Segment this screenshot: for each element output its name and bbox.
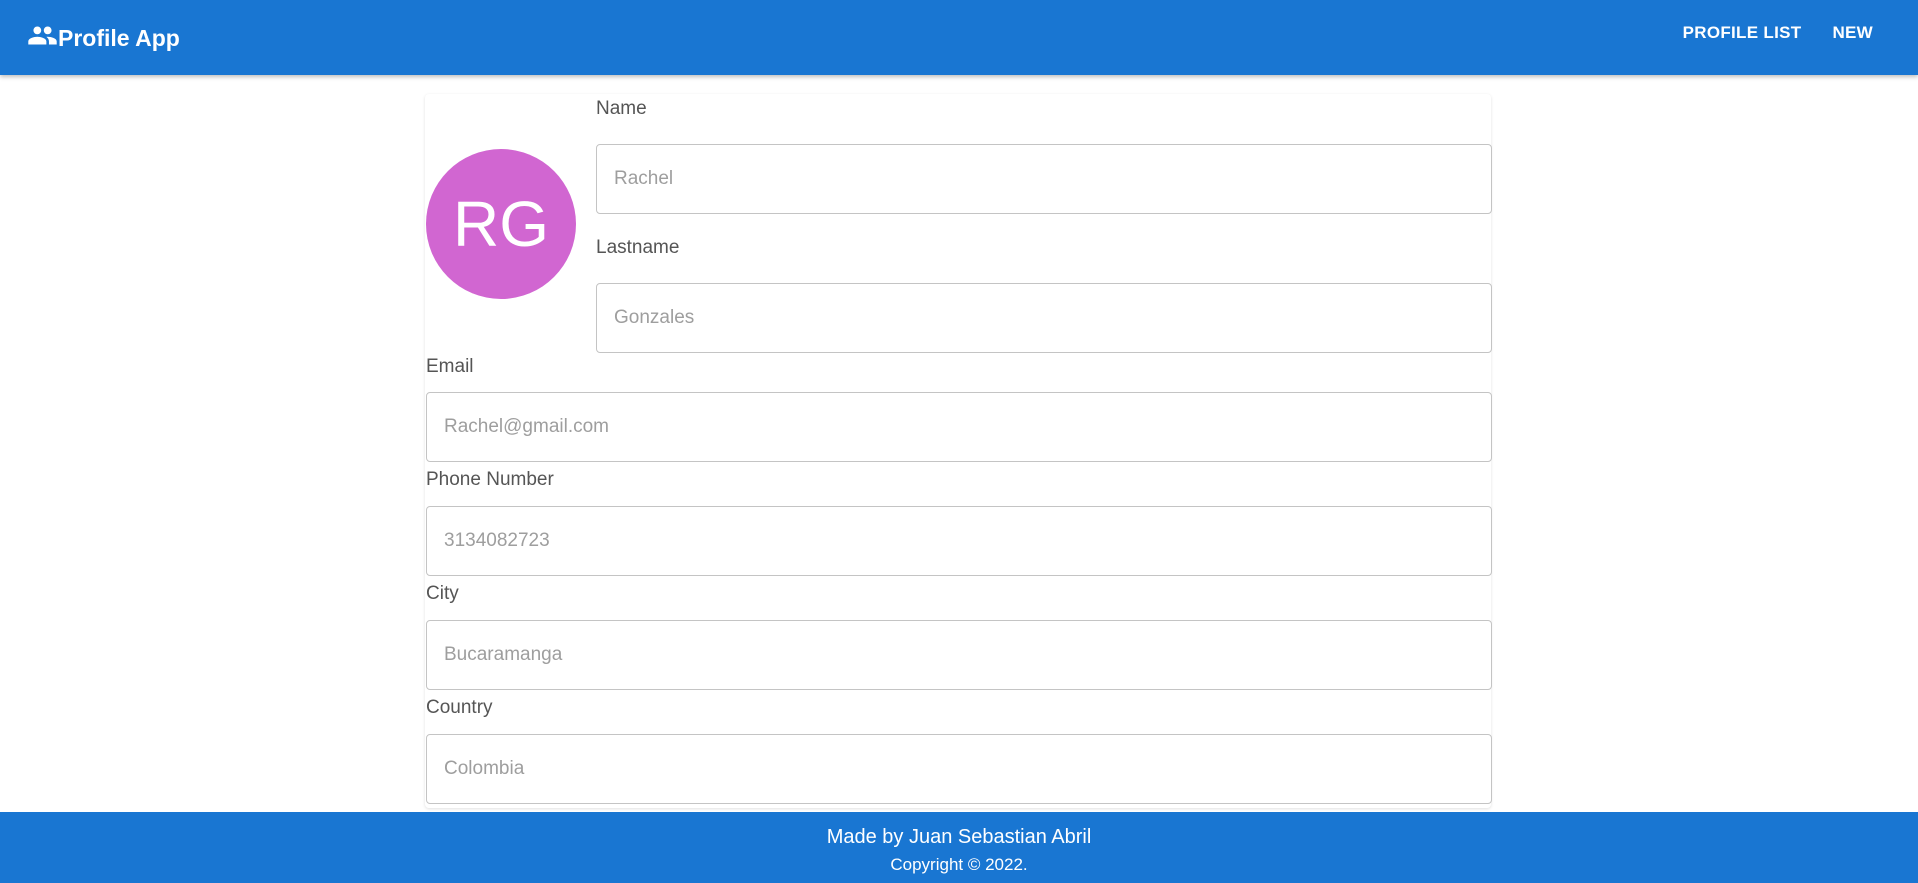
app-title: Profile App	[58, 25, 180, 51]
name-input[interactable]	[596, 144, 1492, 214]
city-label: City	[426, 583, 459, 604]
footer: Made by Juan Sebastian Abril Copyright ©…	[0, 812, 1918, 883]
nav-new[interactable]: NEW	[1832, 23, 1873, 43]
brand-link[interactable]: Profile App	[27, 20, 180, 57]
city-input[interactable]	[426, 620, 1492, 690]
name-label: Name	[596, 98, 647, 119]
phone-label: Phone Number	[426, 469, 554, 490]
country-label: Country	[426, 697, 493, 718]
email-label: Email	[426, 356, 474, 377]
copyright-text: Copyright © 2022.	[890, 855, 1028, 874]
people-icon	[27, 20, 58, 57]
email-input[interactable]	[426, 392, 1492, 462]
lastname-label: Lastname	[596, 237, 680, 258]
country-input[interactable]	[426, 734, 1492, 804]
app-bar: Profile App PROFILE LIST NEW	[0, 0, 1918, 75]
nav-profile-list[interactable]: PROFILE LIST	[1683, 23, 1802, 43]
top-nav: PROFILE LIST NEW	[1683, 23, 1873, 43]
avatar: RG	[426, 149, 576, 299]
made-by-text: Made by Juan Sebastian Abril	[826, 826, 1092, 848]
phone-input[interactable]	[426, 506, 1492, 576]
lastname-input[interactable]	[596, 283, 1492, 353]
